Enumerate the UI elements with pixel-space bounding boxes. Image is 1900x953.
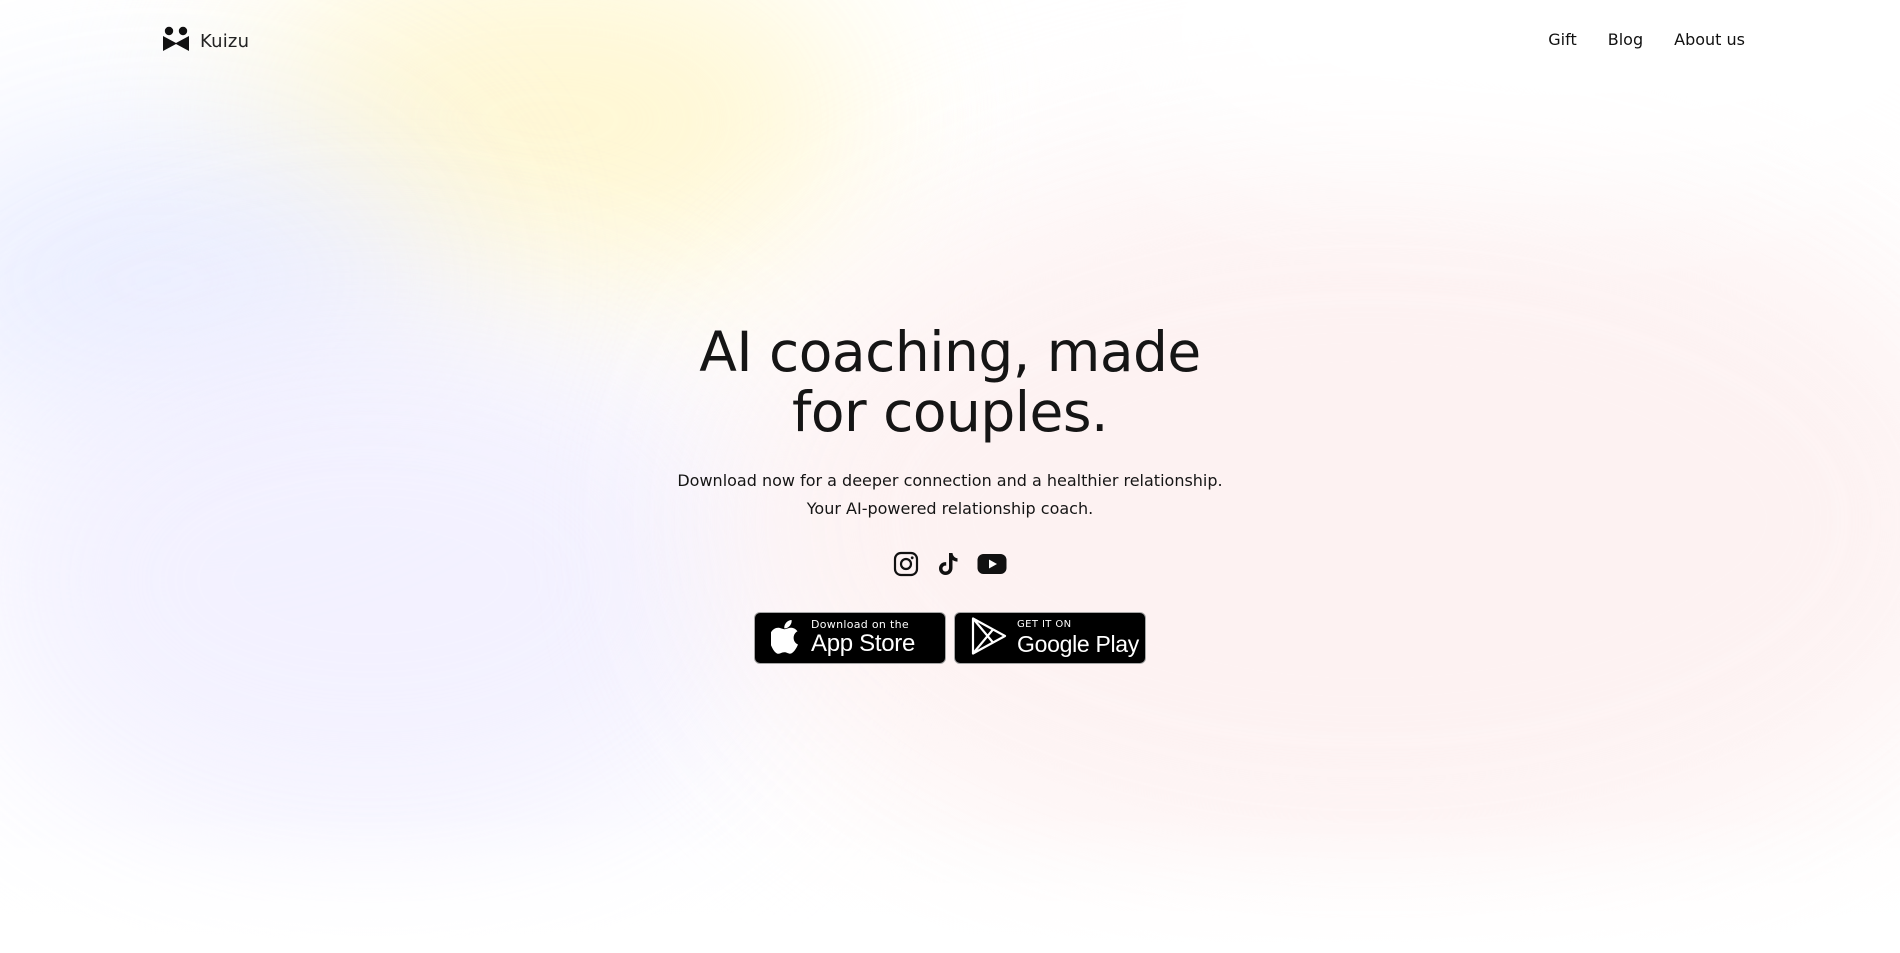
brand-name: Kuizu (200, 30, 250, 52)
app-store-button[interactable]: Download on the App Store (754, 612, 946, 664)
app-store-small-label: Download on the (811, 617, 909, 631)
hero-section: AI coaching, made for couples. Download … (0, 0, 1900, 953)
instagram-icon[interactable] (892, 550, 920, 578)
google-play-button[interactable]: GET IT ON Google Play (954, 612, 1146, 664)
social-links (0, 550, 1900, 578)
hero-subtitle-line1: Download now for a deeper connection and… (677, 471, 1223, 490)
main-nav: Gift Blog About us (1548, 30, 1745, 49)
google-play-text: GET IT ON Google Play (1017, 619, 1139, 658)
apple-icon (769, 618, 801, 658)
google-play-big-label: Google Play (1017, 630, 1139, 657)
hero-subtitle: Download now for a deeper connection and… (0, 467, 1900, 523)
google-play-small-label: GET IT ON (1017, 618, 1072, 630)
hero-headline-line1: AI coaching, made (699, 320, 1201, 384)
hero-subtitle-line2: Your AI-powered relationship coach. (806, 499, 1094, 518)
store-buttons: Download on the App Store GET IT ON Goog… (0, 612, 1900, 664)
nav-item-gift[interactable]: Gift (1548, 30, 1576, 49)
kuizu-logo-icon (162, 26, 190, 56)
app-store-text: Download on the App Store (811, 619, 915, 658)
google-play-icon (971, 617, 1007, 659)
tiktok-icon[interactable] (934, 550, 962, 578)
app-store-big-label: App Store (811, 629, 916, 657)
site-header: Kuizu Gift Blog About us (0, 0, 1900, 80)
brand-home-link[interactable]: Kuizu (162, 26, 249, 56)
hero-headline: AI coaching, made for couples. (0, 322, 1900, 442)
hero-headline-line2: for couples. (791, 380, 1109, 444)
youtube-icon[interactable] (976, 550, 1008, 578)
nav-item-about-us[interactable]: About us (1674, 30, 1745, 49)
nav-item-blog[interactable]: Blog (1608, 30, 1643, 49)
